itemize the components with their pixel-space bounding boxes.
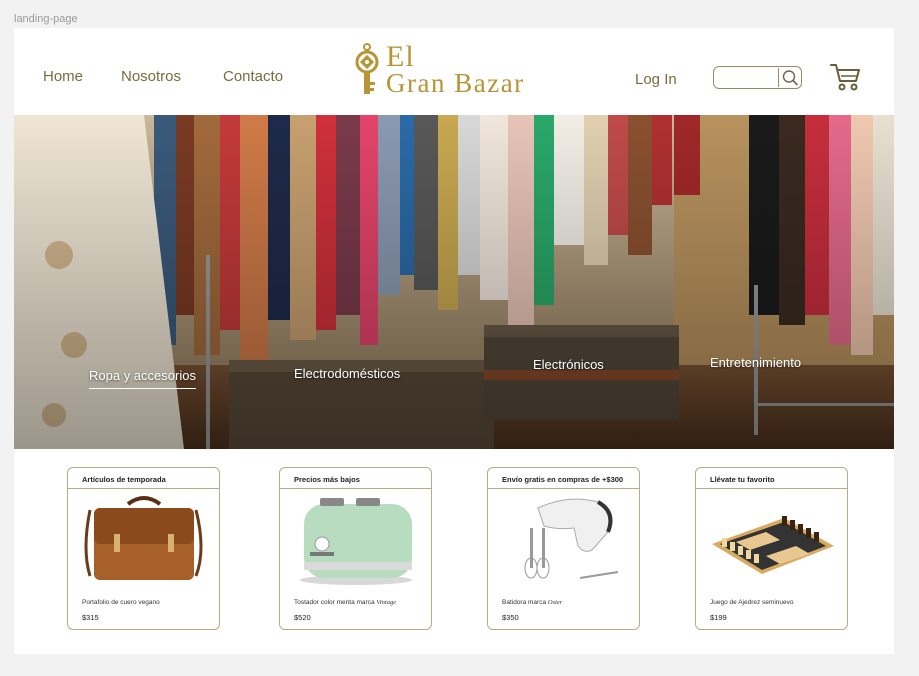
card-heading: Precios más bajos (280, 468, 431, 489)
product-name: Juego de Ajedrez seminuevo (710, 599, 794, 606)
nav-contact-link[interactable]: Contacto (223, 68, 283, 85)
product-brand: Oster (547, 599, 563, 606)
category-appliances[interactable]: Electrodomésticos (294, 366, 400, 381)
category-electronics[interactable]: Electrónicos (533, 357, 604, 372)
search-input[interactable] (718, 69, 776, 86)
toaster-image (280, 490, 431, 590)
product-name: Batidora marca Oster (502, 599, 563, 606)
card-heading: Envío gratis en compras de +$300 (488, 468, 639, 489)
nav-about-link[interactable]: Nosotros (121, 68, 181, 85)
clothing-rack-photo (14, 115, 894, 449)
category-clothing[interactable]: Ropa y accesorios (89, 368, 196, 389)
card-heading: Artículos de temporada (68, 468, 219, 489)
product-price: $350 (502, 613, 519, 622)
product-name: Tostador color menta marca Vintage (294, 599, 397, 606)
brand-logo[interactable]: El Gran Bazar (354, 42, 569, 98)
product-card-mixer[interactable]: Envío gratis en compras de +$300 Batidor… (487, 467, 640, 630)
product-name: Portafolio de cuero vegano (82, 599, 160, 606)
search-button[interactable] (780, 68, 800, 87)
briefcase-image (68, 490, 219, 590)
product-price: $520 (294, 613, 311, 622)
brand-name-line2: Gran Bazar (386, 68, 525, 98)
hero-banner: Ropa y accesorios Electrodomésticos Elec… (14, 115, 894, 449)
key-icon (355, 43, 379, 94)
product-brand: Vintage (376, 599, 397, 606)
product-card-toaster[interactable]: Precios más bajos Tostador color menta m… (279, 467, 432, 630)
product-card-briefcase[interactable]: Artículos de temporada Portafolio de cue… (67, 467, 220, 630)
search-icon (782, 70, 798, 86)
product-card-chess[interactable]: Llévate tu favorito Juego de Ajedrez sem… (695, 467, 848, 630)
search-divider (778, 68, 779, 87)
login-link[interactable]: Log In (635, 71, 677, 88)
frame-label: landing-page (14, 13, 78, 25)
shopping-cart-icon (830, 64, 860, 91)
mixer-image (488, 490, 639, 590)
product-price: $199 (710, 613, 727, 622)
card-heading: Llévate tu favorito (696, 468, 847, 489)
product-price: $315 (82, 613, 99, 622)
cart-button[interactable] (829, 62, 863, 92)
category-entertainment[interactable]: Entretenimiento (710, 355, 801, 370)
landing-page-frame: Home Nosotros Contacto El Gran Bazar Log… (14, 28, 894, 654)
search-box (713, 66, 802, 89)
chess-set-image (696, 490, 847, 590)
nav-home-link[interactable]: Home (43, 68, 83, 85)
